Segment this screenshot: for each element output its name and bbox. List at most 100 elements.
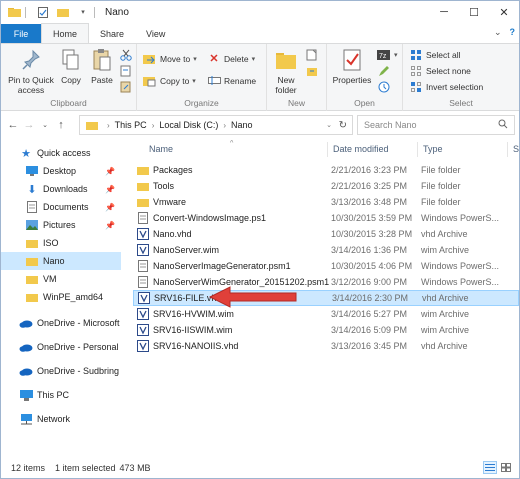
- new-folder-quick-icon[interactable]: [56, 6, 70, 18]
- title-bar: ▾ Nano ─ ☐ ✕: [1, 1, 519, 23]
- file-type: File folder: [421, 197, 461, 207]
- file-type: File folder: [421, 181, 461, 191]
- forward-arrow-icon[interactable]: →: [21, 115, 37, 135]
- nav-item-label: Network: [37, 414, 71, 424]
- select-none-button[interactable]: Select none: [409, 64, 471, 77]
- maximize-button[interactable]: ☐: [459, 1, 489, 23]
- file-row[interactable]: SRV16-NANOIIS.vhd 3/13/2016 3:45 PM vhd …: [133, 338, 519, 354]
- file-row[interactable]: NanoServerWimGenerator_20151202.psm1 3/1…: [133, 274, 519, 290]
- delete-icon: ✕: [209, 53, 219, 65]
- paste-shortcut-button[interactable]: [119, 80, 136, 93]
- chevron-down-icon[interactable]: ⌄: [326, 121, 332, 129]
- nav-item-vm[interactable]: VM: [1, 270, 121, 288]
- invert-selection-button[interactable]: Invert selection: [409, 80, 483, 93]
- copy-to-button[interactable]: Copy to ▾: [143, 74, 196, 87]
- file-row[interactable]: Vmware 3/13/2016 3:48 PM File folder: [133, 194, 519, 210]
- cut-button[interactable]: [119, 48, 136, 61]
- nav-item-iso[interactable]: ISO: [1, 234, 121, 252]
- nav-item-winpe[interactable]: WinPE_amd64: [1, 288, 121, 306]
- nav-item-quick-access[interactable]: ★ Quick access: [1, 144, 121, 162]
- chevron-down-icon[interactable]: ⌄: [494, 27, 502, 38]
- edit-button[interactable]: [377, 64, 394, 77]
- delete-button[interactable]: ✕ Delete ▾: [207, 52, 255, 65]
- navigation-pane: ★ Quick access Desktop 📌 ⬇ Downloads 📌 D…: [1, 140, 123, 458]
- pin-quick-access-button[interactable]: Pin to Quick access: [5, 47, 57, 95]
- archive-icon: [137, 228, 149, 240]
- file-row[interactable]: Tools 2/21/2016 3:25 PM File folder: [133, 178, 519, 194]
- select-none-icon: [409, 64, 423, 77]
- star-icon: ★: [21, 147, 31, 160]
- minimize-button[interactable]: ─: [429, 1, 459, 23]
- open-button[interactable]: 7z ▾: [377, 48, 398, 61]
- tab-home[interactable]: Home: [41, 23, 90, 43]
- help-icon[interactable]: ?: [510, 27, 516, 38]
- file-row[interactable]: NanoServerImageGenerator.psm1 10/30/2015…: [133, 258, 519, 274]
- paste-button[interactable]: Paste: [87, 47, 117, 85]
- nav-item-documents[interactable]: Documents 📌: [1, 198, 121, 216]
- rename-icon: [207, 74, 221, 87]
- file-row[interactable]: SRV16-IISWIM.wim 3/14/2016 5:09 PM wim A…: [133, 322, 519, 338]
- details-view-button[interactable]: [483, 461, 497, 474]
- delete-label: Delete: [224, 53, 249, 64]
- tab-share[interactable]: Share: [89, 24, 135, 43]
- copy-button[interactable]: Copy: [57, 47, 85, 85]
- file-row-selected[interactable]: SRV16-FILE.vhd 3/14/2016 2:30 PM vhd Arc…: [133, 290, 519, 306]
- file-type: wim Archive: [421, 325, 470, 335]
- pin-icon: [18, 47, 44, 73]
- history-button[interactable]: [377, 80, 394, 93]
- file-type: vhd Archive: [421, 341, 468, 351]
- copy-path-button[interactable]: [119, 64, 136, 77]
- search-input[interactable]: Search Nano: [357, 115, 515, 135]
- nav-item-downloads[interactable]: ⬇ Downloads 📌: [1, 180, 121, 198]
- new-item-button[interactable]: [305, 48, 322, 61]
- nav-item-onedrive-microsoft[interactable]: OneDrive - Microsoft: [1, 314, 121, 332]
- address-row: ← → ⌄ ↑ › This PC › Local Disk (C:) › Na…: [1, 112, 519, 138]
- column-header-name[interactable]: Name: [149, 140, 173, 158]
- easy-access-button[interactable]: [305, 64, 322, 77]
- column-header-date[interactable]: Date modified: [333, 140, 389, 158]
- file-date: 10/30/2015 4:06 PM: [331, 261, 413, 271]
- up-arrow-icon[interactable]: ↑: [53, 115, 69, 135]
- back-arrow-icon[interactable]: ←: [5, 115, 21, 135]
- recent-chevron-icon[interactable]: ⌄: [37, 115, 53, 135]
- column-header-type[interactable]: Type: [423, 140, 443, 158]
- folder-icon: [86, 120, 98, 130]
- move-to-button[interactable]: Move to ▾: [143, 52, 197, 65]
- nav-item-onedrive-sudbring[interactable]: OneDrive - Sudbring: [1, 362, 121, 380]
- chevron-down-icon[interactable]: ▾: [76, 6, 90, 18]
- file-name: Nano.vhd: [153, 229, 192, 239]
- nav-item-nano[interactable]: Nano: [1, 252, 121, 270]
- breadcrumb-local-disk[interactable]: Local Disk (C:): [159, 120, 218, 130]
- invert-selection-icon: [409, 80, 423, 93]
- nav-item-label: Pictures: [43, 220, 76, 230]
- properties-button[interactable]: Properties: [329, 47, 375, 85]
- close-button[interactable]: ✕: [489, 1, 519, 23]
- select-none-label: Select none: [426, 65, 471, 76]
- column-header-size[interactable]: Si: [513, 140, 519, 158]
- file-row[interactable]: Nano.vhd 10/30/2015 3:28 PM vhd Archive: [133, 226, 519, 242]
- breadcrumb-this-pc[interactable]: This PC: [115, 120, 147, 130]
- tab-view[interactable]: View: [135, 24, 176, 43]
- download-icon: ⬇: [27, 183, 37, 196]
- tab-file[interactable]: File: [1, 24, 41, 43]
- refresh-icon[interactable]: ↻: [339, 120, 347, 131]
- rename-button[interactable]: Rename: [207, 74, 256, 87]
- nav-item-desktop[interactable]: Desktop 📌: [1, 162, 121, 180]
- address-bar[interactable]: › This PC › Local Disk (C:) › Nano ⌄ ↻: [79, 115, 353, 135]
- file-row[interactable]: SRV16-HVWIM.wim 3/14/2016 5:27 PM wim Ar…: [133, 306, 519, 322]
- history-icon: [377, 80, 391, 93]
- copy-to-label: Copy to: [160, 75, 190, 86]
- new-folder-button[interactable]: New folder: [269, 47, 303, 95]
- properties-quick-icon[interactable]: [36, 6, 50, 18]
- large-icons-view-button[interactable]: [499, 461, 513, 474]
- nav-item-network[interactable]: Network: [1, 410, 121, 428]
- nav-item-this-pc[interactable]: This PC: [1, 386, 121, 404]
- file-row[interactable]: Convert-WindowsImage.ps1 10/30/2015 3:59…: [133, 210, 519, 226]
- breadcrumb-nano[interactable]: Nano: [231, 120, 253, 130]
- nav-item-onedrive-personal[interactable]: OneDrive - Personal: [1, 338, 121, 356]
- column-divider: [507, 142, 508, 157]
- nav-item-pictures[interactable]: Pictures 📌: [1, 216, 121, 234]
- file-row[interactable]: NanoServer.wim 3/14/2016 1:36 PM wim Arc…: [133, 242, 519, 258]
- file-row[interactable]: Packages 2/21/2016 3:23 PM File folder: [133, 162, 519, 178]
- select-all-button[interactable]: Select all: [409, 48, 461, 61]
